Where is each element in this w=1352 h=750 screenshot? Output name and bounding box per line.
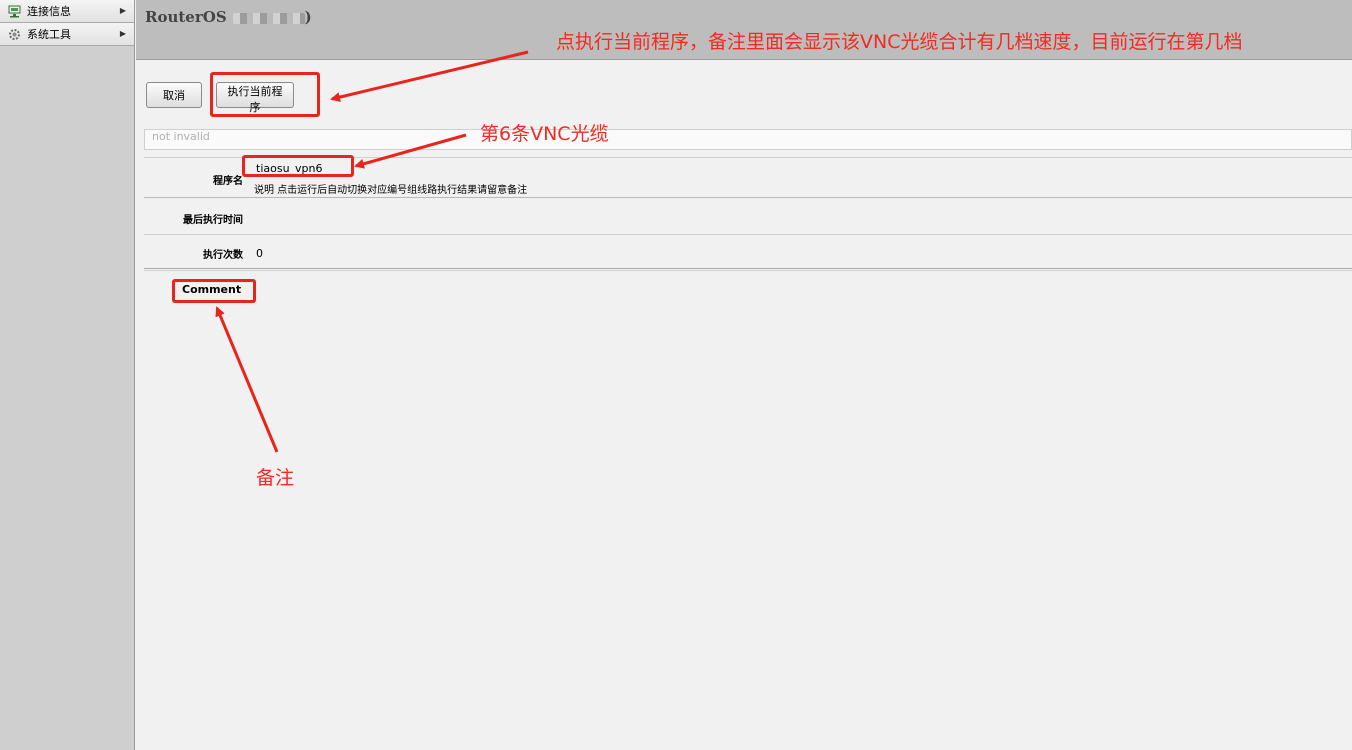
annotation-box-program-name <box>242 155 354 177</box>
cancel-button[interactable]: 取消 <box>146 82 202 108</box>
annotation-box-comment <box>172 279 256 303</box>
annotation-box-run-button <box>210 72 320 117</box>
sidebar: 连接信息 ▶ 系统工具 ▶ <box>0 0 135 750</box>
chevron-right-icon: ▶ <box>119 6 126 15</box>
page-title: RouterOS) <box>145 8 312 26</box>
divider <box>144 197 1352 198</box>
gear-icon <box>8 28 21 41</box>
divider <box>144 268 1352 269</box>
annotation-run-note: 点执行当前程序，备注里面会显示该VNC光缆合计有几档速度，目前运行在第几档 <box>556 31 1243 53</box>
redacted-text <box>232 12 305 24</box>
divider <box>144 234 1352 235</box>
status-field: not invalid <box>144 129 1352 150</box>
program-description: 说明 点击运行后自动切换对应编号组线路执行结果请留意备注 <box>254 185 528 196</box>
divider <box>144 270 1352 271</box>
last-run-time-label: 最后执行时间 <box>183 215 243 226</box>
sidebar-item-label: 系统工具 <box>27 28 71 41</box>
sidebar-item-connection-info[interactable]: 连接信息 ▶ <box>0 0 134 23</box>
sidebar-item-label: 连接信息 <box>27 5 71 18</box>
program-name-label: 程序名 <box>213 176 243 187</box>
run-count-label: 执行次数 <box>203 250 243 261</box>
sidebar-item-system-tools[interactable]: 系统工具 ▶ <box>0 23 134 46</box>
page-title-text: RouterOS <box>145 8 227 26</box>
annotation-cable-note: 第6条VNC光缆 <box>480 123 609 145</box>
page-title-suffix: ) <box>304 8 312 26</box>
chevron-right-icon: ▶ <box>119 29 126 38</box>
run-count-value: 0 <box>256 247 263 260</box>
network-icon <box>8 5 21 18</box>
annotation-comment-note: 备注 <box>256 467 295 489</box>
